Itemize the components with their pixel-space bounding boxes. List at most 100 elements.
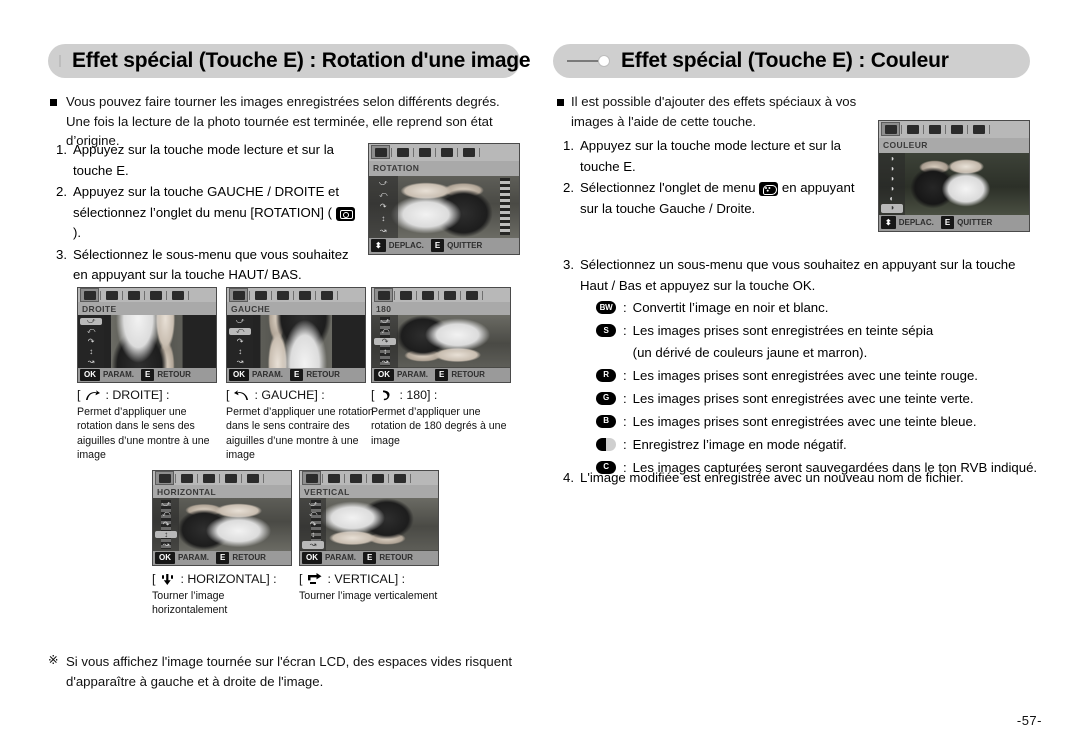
tab-face[interactable] (369, 472, 386, 484)
legend-row: S : Les images prises sont enregistrées … (596, 320, 1046, 363)
submenu-right-icon[interactable]: ⤻ (155, 500, 178, 509)
lcd-tab-bar[interactable] (372, 288, 510, 303)
submenu-180-icon[interactable]: ↷ (80, 337, 103, 346)
submenu-horizontal-icon[interactable]: ↕ (80, 347, 103, 356)
lcd-submenu-list[interactable]: ⤻ ⤺ ↷ ↕ ↝ (372, 315, 399, 368)
lcd-submenu-list[interactable]: ⤻ ⤺ ↷ ↕ ↝ (227, 315, 254, 368)
step-item: 2. Appuyez sur la touche GAUCHE / DROITE… (56, 182, 356, 244)
submenu-180-icon[interactable]: ↷ (373, 337, 397, 346)
submenu-vertical-icon[interactable]: ↝ (371, 226, 396, 235)
step-text: L'image modifiée est enregistrée avec un… (580, 470, 964, 485)
submenu-vertical-icon[interactable]: ↝ (301, 541, 325, 549)
submenu-negative-icon[interactable]: ◐ (881, 194, 903, 203)
tab-color[interactable] (397, 289, 414, 301)
tab-face[interactable] (222, 472, 239, 484)
submenu-vertical-icon[interactable]: ↝ (229, 358, 252, 366)
submenu-horizontal-icon[interactable]: ↕ (374, 347, 397, 356)
tab-resize[interactable] (391, 472, 408, 484)
lcd-tab-bar[interactable] (153, 471, 291, 486)
caption-body: Tourner l’image horizontalement (152, 589, 228, 617)
tab-resize[interactable] (169, 289, 186, 301)
tab-face[interactable] (147, 289, 164, 301)
submenu-right-icon[interactable]: ⤻ (371, 178, 396, 187)
submenu-180-icon[interactable]: ↷ (371, 202, 396, 211)
submenu-left-icon[interactable]: ⤺ (80, 327, 103, 336)
tab-color[interactable] (178, 472, 195, 484)
tab-resize[interactable] (244, 472, 261, 484)
lcd-submenu-list[interactable]: ⤻ ⤺ ↷ ↕ ↝ (153, 498, 180, 551)
e-key-icon: E (215, 552, 230, 564)
tab-color[interactable] (394, 146, 411, 158)
tab-image-adjust[interactable] (904, 123, 921, 135)
submenu-bw-icon[interactable]: ◑ (881, 154, 903, 163)
submenu-vertical-icon[interactable]: ↝ (155, 541, 178, 549)
submenu-red-icon[interactable]: ◑ (881, 174, 903, 183)
tab-rotation[interactable] (80, 288, 99, 303)
tab-resize[interactable] (948, 123, 965, 135)
tab-resize[interactable] (318, 289, 335, 301)
submenu-right-icon[interactable]: ⤻ (302, 500, 325, 509)
tab-resize[interactable] (460, 146, 477, 158)
intro-paragraph-right: Il est possible d'ajouter des effets spé… (571, 94, 857, 129)
submenu-vertical-icon[interactable]: ↝ (80, 358, 103, 366)
lcd-submenu-list[interactable]: ⤻ ⤺ ↷ ↕ ↝ (300, 498, 327, 551)
submenu-horizontal-icon[interactable]: ↕ (371, 214, 396, 223)
submenu-right-icon[interactable]: ⤻ (229, 317, 252, 326)
submenu-180-icon[interactable]: ↷ (302, 520, 325, 529)
submenu-left-icon[interactable]: ⤺ (374, 327, 397, 336)
submenu-sepia-icon[interactable]: ◑ (881, 164, 903, 173)
step-item: 3. Sélectionnez le sous-menu que vous so… (56, 245, 356, 286)
tab-resize[interactable] (463, 289, 480, 301)
lcd-title: HORIZONTAL (153, 485, 291, 499)
lcd-color-submenu-list[interactable]: ◑ ◑ ◑ ◑ ◐ ◑ (879, 152, 905, 215)
tab-rotation[interactable] (302, 471, 321, 486)
lcd-tab-bar[interactable] (879, 121, 1029, 138)
tab-image-adjust[interactable] (347, 472, 364, 484)
lcd-tab-bar[interactable] (300, 471, 438, 486)
tab-image-adjust[interactable] (125, 289, 142, 301)
tab-rotation[interactable] (371, 145, 390, 160)
lcd-tab-bar[interactable] (369, 144, 519, 161)
tab-rotation[interactable] (374, 288, 393, 303)
tab-rotation[interactable] (155, 471, 174, 486)
submenu-left-icon[interactable]: ⤺ (155, 510, 178, 519)
tab-image-adjust[interactable] (416, 146, 433, 158)
submenu-custom-icon[interactable]: ◑ (880, 204, 903, 213)
submenu-left-icon[interactable]: ⤺ (228, 327, 252, 336)
tab-face[interactable] (296, 289, 313, 301)
legend-subtext: (un dérivé de couleurs jaune et marron). (632, 344, 868, 360)
tab-face[interactable] (926, 123, 943, 135)
updown-key-icon: ⬍ (881, 216, 896, 230)
lcd-title: VERTICAL (300, 485, 438, 499)
lcd-tab-bar[interactable] (227, 288, 365, 303)
submenu-left-icon[interactable]: ⤺ (302, 510, 325, 519)
submenu-horizontal-icon[interactable]: ↕ (229, 347, 252, 356)
lcd-submenu-list[interactable]: ⤻ ⤺ ↷ ↕ ↝ (78, 315, 105, 368)
tab-face[interactable] (441, 289, 458, 301)
submenu-180-icon[interactable]: ↷ (229, 337, 252, 346)
submenu-right-icon[interactable]: ⤻ (79, 317, 103, 326)
ok-key-icon: OK (80, 369, 100, 381)
submenu-green-icon[interactable]: ◑ (881, 184, 903, 193)
tab-image-adjust[interactable] (200, 472, 217, 484)
submenu-left-icon[interactable]: ⤺ (371, 190, 396, 199)
tab-rotation[interactable] (229, 288, 248, 303)
submenu-right-icon[interactable]: ⤻ (374, 317, 397, 326)
submenu-180-icon[interactable]: ↷ (155, 520, 178, 529)
tab-image-adjust[interactable] (419, 289, 436, 301)
lcd-submenu-list[interactable]: ⤻ ⤺ ↷ ↕ ↝ (369, 175, 398, 238)
tab-color[interactable] (325, 472, 342, 484)
lcd-tab-bar[interactable] (78, 288, 216, 303)
tab-color[interactable] (252, 289, 269, 301)
tab-color[interactable] (103, 289, 120, 301)
submenu-vertical-icon[interactable]: ↝ (374, 358, 397, 366)
tab-color[interactable] (881, 122, 900, 137)
submenu-horizontal-icon[interactable]: ↕ (154, 530, 178, 539)
rotate-180-icon (378, 389, 395, 402)
header-line-decoration (567, 60, 601, 62)
caption-bracket-open: [ (371, 388, 375, 402)
tab-face[interactable] (438, 146, 455, 158)
tab-image-adjust[interactable] (274, 289, 291, 301)
tab-rotation[interactable] (970, 123, 987, 135)
submenu-horizontal-icon[interactable]: ↕ (302, 530, 325, 539)
